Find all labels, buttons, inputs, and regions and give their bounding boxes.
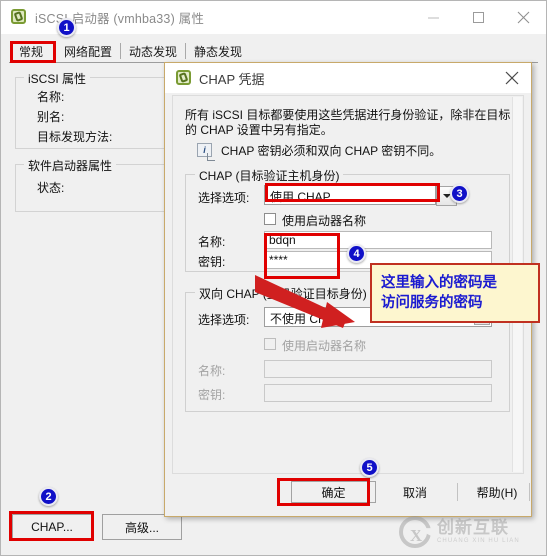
tab-dynamic-discovery[interactable]: 动态发现 (122, 41, 184, 61)
badge-4: 4 (347, 244, 366, 263)
dialog-description-line2: 的 CHAP 设置中另有指定。 (185, 123, 333, 137)
close-icon[interactable] (499, 66, 525, 90)
mutual-chap-select-label: 选择选项: (198, 313, 250, 327)
dialog-note: CHAP 密钥必须和双向 CHAP 密钥不同。 (221, 144, 442, 158)
tab-network-config[interactable]: 网络配置 (57, 41, 119, 61)
close-icon[interactable] (501, 1, 546, 33)
label-name: 名称: (37, 90, 65, 104)
watermark-logo-icon: X (399, 516, 431, 548)
help-button[interactable]: 帮助(H) (465, 481, 529, 503)
badge-1: 1 (57, 18, 76, 37)
label-alias: 别名: (37, 110, 65, 124)
iscsi-initiator-icon (11, 9, 28, 26)
mutual-chap-secret-label: 密钥: (198, 388, 226, 402)
advanced-button[interactable]: 高级... (102, 514, 182, 540)
maximize-icon[interactable] (456, 1, 501, 33)
window-titlebar: iSCSI 启动器 (vmhba33) 属性 (1, 1, 546, 34)
group-software-initiator-title: 软件启动器属性 (24, 157, 117, 174)
chap-name-value: bdqn (269, 233, 296, 247)
group-chap-title: CHAP (目标验证主机身份) (195, 167, 344, 184)
chap-button[interactable]: CHAP... (12, 514, 92, 540)
watermark: X 创新互联 CHUANG XIN HU LIAN (399, 514, 539, 550)
minimize-icon[interactable] (411, 1, 456, 33)
chap-select-label: 选择选项: (198, 191, 250, 205)
label-discovery-method: 目标发现方法: (37, 130, 113, 144)
badge-2: 2 (39, 487, 58, 506)
chap-secret-label: 密钥: (198, 255, 226, 269)
label-status: 状态: (37, 181, 65, 195)
group-iscsi-properties-title: iSCSI 属性 (24, 70, 91, 87)
ok-button[interactable]: 确定 (291, 481, 376, 503)
tab-strip: 常规 网络配置 动态发现 静态发现 (9, 41, 538, 63)
tab-general[interactable]: 常规 (9, 41, 53, 61)
mutual-chap-secret-input[interactable] (264, 384, 492, 402)
cancel-button[interactable]: 取消 (383, 481, 447, 503)
tab-static-discovery[interactable]: 静态发现 (187, 41, 249, 61)
mutual-chap-name-input[interactable] (264, 360, 492, 378)
callout-arrow-icon (255, 275, 355, 328)
dialog-title: CHAP 凭据 (199, 71, 265, 87)
chap-use-initiator-name-label: 使用启动器名称 (282, 214, 367, 228)
badge-5: 5 (360, 458, 379, 477)
watermark-cn: 创新互联 (437, 518, 509, 537)
callout-line1: 这里输入的密码是 (381, 275, 497, 291)
watermark-en: CHUANG XIN HU LIAN (437, 538, 520, 544)
mutual-chap-name-label: 名称: (198, 364, 226, 378)
chap-select-combo[interactable]: 使用 CHAP (264, 185, 457, 206)
chap-name-input[interactable]: bdqn (264, 231, 492, 249)
window-controls (411, 1, 546, 33)
chap-name-label: 名称: (198, 235, 226, 249)
dialog-description-line1: 所有 iSCSI 目标都要使用这些凭据进行身份验证，除非在目标 (185, 108, 511, 122)
chap-use-initiator-name-checkbox[interactable] (264, 213, 276, 225)
callout-line2: 访问服务的密码 (381, 295, 483, 311)
info-icon: i (197, 143, 215, 161)
chap-select-value: 使用 CHAP (270, 190, 331, 204)
chap-secret-value: **** (269, 253, 288, 267)
callout-box: 这里输入的密码是 访问服务的密码 (370, 263, 540, 323)
dialog-titlebar: CHAP 凭据 (165, 63, 531, 93)
badge-3: 3 (450, 184, 469, 203)
iscsi-initiator-icon (176, 70, 192, 86)
